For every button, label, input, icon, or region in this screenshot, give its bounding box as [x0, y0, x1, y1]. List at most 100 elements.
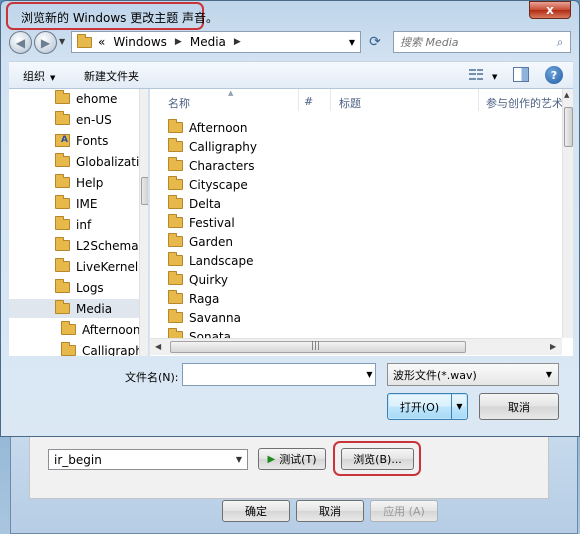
filename-combo[interactable]: ▼	[182, 363, 376, 386]
back-cancel-button[interactable]: 取消	[296, 500, 364, 522]
tree-item-calligraphy[interactable]: Calligraph	[61, 341, 143, 356]
ok-button[interactable]: 确定	[222, 500, 290, 522]
cancel-button[interactable]: 取消	[479, 393, 559, 420]
folder-icon	[168, 309, 183, 323]
column-header-name[interactable]: 名称	[168, 95, 190, 111]
breadcrumb-media[interactable]: Media	[190, 35, 226, 49]
column-divider[interactable]	[478, 89, 479, 111]
play-icon: ▶	[267, 453, 276, 465]
tree-item-l2schemas[interactable]: L2Schemas	[55, 236, 145, 255]
vertical-scrollbar[interactable]: ▲	[562, 89, 573, 338]
chevron-down-icon[interactable]: ▼	[364, 370, 375, 379]
forward-button[interactable]: ▶	[34, 31, 57, 54]
tree-item-label: inf	[76, 217, 92, 232]
column-header-title[interactable]: 标题	[339, 95, 361, 111]
file-item-label: Garden	[189, 234, 233, 249]
scrollbar-thumb[interactable]: |||	[170, 341, 466, 353]
tree-item-livekernelreports[interactable]: LiveKernelRe	[55, 257, 148, 276]
cancel-button-label: 取消	[508, 400, 530, 414]
test-button[interactable]: ▶ 测试(T)	[258, 448, 326, 470]
file-item-characters[interactable]: Characters	[168, 156, 255, 175]
chevron-right-icon[interactable]: ▶	[234, 37, 241, 47]
scrollbar-grip: |||	[311, 341, 321, 351]
scrollbar-thumb[interactable]	[564, 107, 573, 147]
organize-button[interactable]: 组织 ▼	[23, 68, 55, 84]
folder-icon	[55, 90, 70, 104]
close-button[interactable]: x	[529, 1, 571, 19]
file-item-landscape[interactable]: Landscape	[168, 251, 253, 270]
file-item-savanna[interactable]: Savanna	[168, 308, 241, 327]
chevron-down-icon: ▼	[235, 455, 243, 464]
folder-icon	[77, 33, 92, 48]
file-item-festival[interactable]: Festival	[168, 213, 235, 232]
scroll-right-icon[interactable]: ▶	[550, 342, 556, 351]
scroll-up-icon[interactable]: ▲	[564, 91, 569, 99]
search-box[interactable]: ⌕	[393, 31, 571, 53]
back-button[interactable]: ◀	[9, 31, 32, 54]
tree-item-globalization[interactable]: Globalizatio	[55, 152, 147, 171]
folder-icon	[55, 258, 70, 272]
scroll-left-icon[interactable]: ◀	[155, 342, 161, 351]
scrollbar-thumb[interactable]	[141, 177, 148, 205]
sound-select[interactable]: ir_begin ▼	[48, 449, 248, 470]
file-item-cityscape[interactable]: Cityscape	[168, 175, 248, 194]
search-icon[interactable]: ⌕	[550, 35, 570, 50]
tree-item-label: Media	[76, 301, 113, 316]
back-cancel-button-label: 取消	[319, 505, 341, 518]
tree-item-label: ehome	[76, 91, 118, 106]
breadcrumb-root[interactable]: «	[98, 35, 105, 49]
chevron-right-icon[interactable]: ▶	[175, 37, 182, 47]
column-header-artists[interactable]: 参与创作的艺术	[486, 95, 563, 111]
view-dropdown-button[interactable]: ▼	[487, 69, 497, 82]
file-item-label: Landscape	[189, 253, 254, 268]
browse-button[interactable]: 浏览(B)...	[341, 448, 414, 470]
file-item-delta[interactable]: Delta	[168, 194, 221, 213]
column-divider[interactable]	[298, 89, 299, 111]
preview-pane-icon[interactable]	[513, 67, 529, 82]
file-item-calligraphy[interactable]: Calligraphy	[168, 137, 257, 156]
file-item-label: Afternoon	[189, 120, 248, 135]
folder-icon	[168, 176, 183, 190]
column-divider[interactable]	[330, 89, 331, 111]
tree-item-logs[interactable]: Logs	[55, 278, 104, 297]
view-options-icon[interactable]	[469, 69, 483, 81]
chevron-down-icon[interactable]: ▼	[452, 402, 467, 411]
address-dropdown-icon[interactable]: ▼	[344, 38, 360, 47]
tree-item-help[interactable]: Help	[55, 173, 103, 192]
column-header-number[interactable]: #	[304, 95, 313, 108]
chevron-down-icon: ▼	[492, 73, 498, 81]
tree-item-media[interactable]: Media	[9, 299, 139, 318]
tree-item-ime[interactable]: IME	[55, 194, 97, 213]
navigation-scrollbar[interactable]	[139, 89, 148, 356]
filetype-select[interactable]: 波形文件(*.wav) ▼	[387, 363, 559, 386]
file-item-garden[interactable]: Garden	[168, 232, 233, 251]
arrow-right-icon: ▶	[40, 35, 51, 50]
tree-item-afternoon[interactable]: Afternoon	[61, 320, 141, 339]
file-item-quirky[interactable]: Quirky	[168, 270, 228, 289]
tree-item-fonts[interactable]: A Fonts	[55, 131, 108, 150]
address-bar[interactable]: « Windows ▶ Media ▶ ▼	[71, 31, 361, 53]
recent-locations-button[interactable]: ▼	[59, 37, 65, 46]
file-item-raga[interactable]: Raga	[168, 289, 219, 308]
navigation-pane: ehome en-US A Fonts Globalizatio Help IME…	[9, 89, 149, 356]
file-item-afternoon[interactable]: Afternoon	[168, 118, 248, 137]
search-input[interactable]	[394, 35, 550, 49]
tree-item-en-us[interactable]: en-US	[55, 110, 112, 129]
folder-icon	[168, 233, 183, 247]
apply-button[interactable]: 应用 (A)	[370, 500, 438, 522]
sound-select-value: ir_begin	[54, 452, 102, 467]
file-item-label: Cityscape	[189, 177, 248, 192]
fonts-folder-icon: A	[55, 134, 70, 147]
filetype-value: 波形文件(*.wav)	[393, 368, 477, 382]
breadcrumb-windows[interactable]: Windows	[113, 35, 167, 49]
open-button[interactable]: 打开(O) ▼	[387, 393, 468, 420]
tree-item-inf[interactable]: inf	[55, 215, 91, 234]
tree-item-ehome[interactable]: ehome	[55, 89, 117, 108]
help-icon[interactable]: ?	[545, 66, 563, 84]
horizontal-scrollbar[interactable]: ◀ ||| ▶	[150, 338, 562, 355]
filename-input[interactable]	[183, 364, 364, 385]
refresh-button[interactable]: ⟳	[363, 31, 387, 53]
sort-ascending-icon: ▲	[228, 89, 234, 97]
new-folder-button[interactable]: 新建文件夹	[84, 68, 139, 84]
folder-icon	[168, 195, 183, 209]
